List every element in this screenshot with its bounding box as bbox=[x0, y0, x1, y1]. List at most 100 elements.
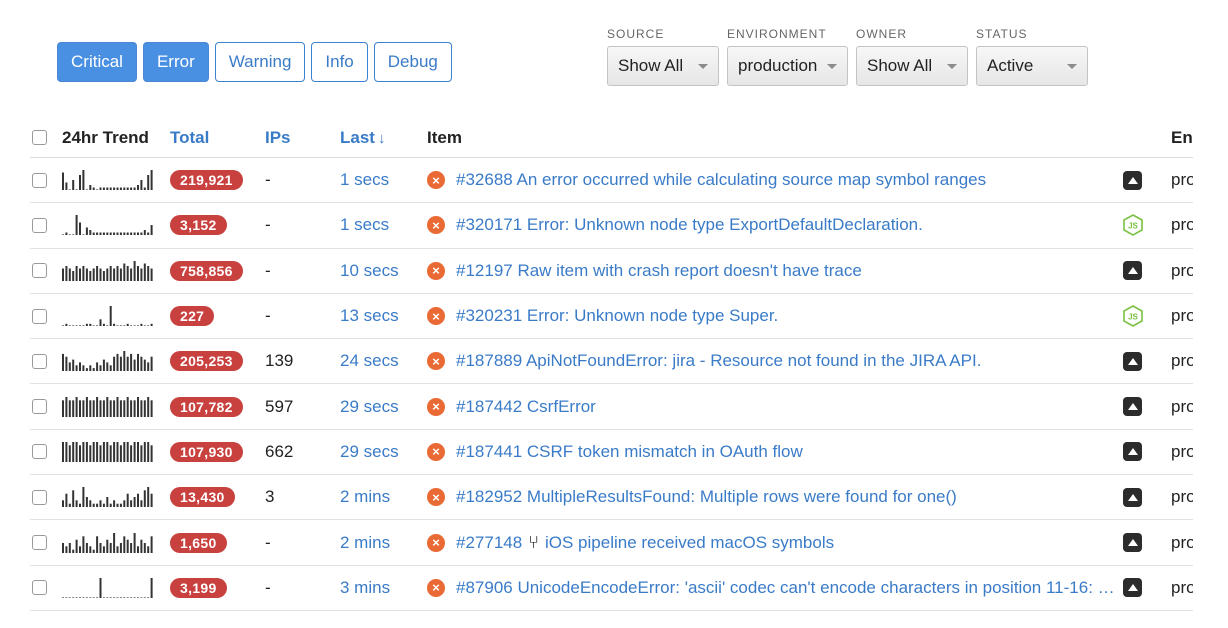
item-title-link[interactable]: #12197 Raw item with crash report doesn'… bbox=[456, 261, 862, 281]
trend-bar bbox=[113, 323, 116, 327]
trend-bar bbox=[99, 577, 102, 598]
trend-bar bbox=[150, 170, 153, 191]
trend-bar bbox=[130, 354, 133, 372]
item-title-link[interactable]: #277148 bbox=[456, 533, 522, 553]
item-title-link[interactable]: #320231 Error: Unknown node type Super. bbox=[456, 306, 778, 326]
level-debug-button[interactable]: Debug bbox=[373, 42, 452, 82]
trend-bar bbox=[65, 545, 68, 553]
trend-bar bbox=[143, 441, 146, 462]
table-row[interactable]: 227 - 13 secs × #320231 Error: Unknown node … bbox=[30, 294, 1193, 340]
table-row[interactable]: 13,430 3 2 mins × #182952 MultipleResultsFou… bbox=[30, 475, 1193, 521]
row-checkbox[interactable] bbox=[32, 535, 47, 551]
trend-bar bbox=[130, 596, 133, 598]
triangle-icon bbox=[1127, 493, 1138, 501]
row-checkbox[interactable] bbox=[32, 444, 47, 460]
environment-value: production bbox=[1171, 532, 1193, 552]
item-title-link[interactable]: iOS pipeline received macOS symbols bbox=[545, 533, 834, 553]
source-select[interactable]: Show All bbox=[607, 46, 719, 86]
select-all-checkbox[interactable] bbox=[32, 130, 47, 145]
last-seen-link[interactable]: 1 secs bbox=[340, 170, 389, 190]
trend-bar bbox=[82, 487, 85, 508]
trend-bar bbox=[89, 596, 92, 598]
trend-bar bbox=[89, 185, 92, 191]
owner-select[interactable]: Show All bbox=[856, 46, 968, 86]
item-title-link[interactable]: #187889 ApiNotFoundError: jira - Resourc… bbox=[456, 351, 981, 371]
level-error-button[interactable]: Error bbox=[142, 42, 209, 82]
trend-bar bbox=[143, 542, 146, 553]
row-checkbox[interactable] bbox=[32, 489, 47, 505]
trend-bar bbox=[96, 503, 99, 508]
trend-bar bbox=[65, 396, 68, 417]
owner-filter: OWNER Show All bbox=[856, 27, 968, 86]
table-row[interactable]: 3,152 - 1 secs × #320171 Error: Unknown node… bbox=[30, 203, 1193, 249]
trend-bar bbox=[99, 232, 102, 236]
trend-bar bbox=[130, 445, 133, 462]
last-seen-link[interactable]: 10 secs bbox=[340, 261, 399, 281]
last-column-header[interactable]: Last ↓ bbox=[340, 128, 385, 148]
table-row[interactable]: 219,921 - 1 secs × #32688 An error occurred … bbox=[30, 158, 1193, 204]
last-seen-link[interactable]: 1 secs bbox=[340, 215, 389, 235]
last-seen-link[interactable]: 2 mins bbox=[340, 533, 390, 553]
level-critical-button[interactable]: Critical bbox=[57, 42, 137, 82]
row-checkbox[interactable] bbox=[32, 580, 47, 596]
trend-bar bbox=[126, 187, 129, 191]
environment-select[interactable]: production bbox=[727, 46, 848, 86]
item-title-link[interactable]: #182952 MultipleResultsFound: Multiple r… bbox=[456, 487, 957, 507]
trend-bar bbox=[96, 441, 99, 462]
last-seen-link[interactable]: 29 secs bbox=[340, 397, 399, 417]
chevron-down-icon bbox=[698, 63, 708, 69]
trend-bar bbox=[99, 500, 102, 508]
trend-bar bbox=[102, 359, 105, 372]
trend-bar bbox=[82, 441, 85, 462]
trend-bar bbox=[109, 542, 112, 553]
item-title-link[interactable]: #32688 An error occurred while calculati… bbox=[456, 170, 986, 190]
row-checkbox[interactable] bbox=[32, 217, 47, 233]
trend-bar bbox=[133, 441, 136, 462]
level-info-button[interactable]: Info bbox=[311, 42, 368, 82]
trend-bar bbox=[119, 596, 122, 598]
trend-bar bbox=[85, 542, 88, 553]
row-checkbox[interactable] bbox=[32, 263, 47, 279]
table-row[interactable]: 205,253 139 24 secs × #187889 ApiNotFoundErr… bbox=[30, 339, 1193, 385]
item-title-link[interactable]: #187441 CSRF token mismatch in OAuth flo… bbox=[456, 442, 803, 462]
trend-bar bbox=[133, 359, 136, 372]
item-title-link[interactable]: #187442 CsrfError bbox=[456, 397, 596, 417]
total-column-header[interactable]: Total bbox=[170, 128, 209, 148]
last-seen-link[interactable]: 2 mins bbox=[340, 487, 390, 507]
last-seen-link[interactable]: 3 mins bbox=[340, 578, 390, 598]
table-row[interactable]: 758,856 - 10 secs × #12197 Raw item with cra… bbox=[30, 249, 1193, 294]
trend-bar bbox=[123, 325, 126, 327]
trend-bar bbox=[133, 497, 136, 508]
last-seen-link[interactable]: 29 secs bbox=[340, 442, 399, 462]
trend-bar bbox=[79, 222, 81, 236]
item-title-link[interactable]: #87906 UnicodeEncodeError: 'ascii' codec… bbox=[456, 578, 1122, 598]
trend-bar bbox=[126, 357, 129, 372]
level-filter-group: Critical Error Warning Info Debug bbox=[57, 42, 452, 82]
trend-bar bbox=[130, 399, 133, 417]
status-select[interactable]: Active bbox=[976, 46, 1088, 86]
row-checkbox[interactable] bbox=[32, 308, 47, 324]
trend-bar bbox=[143, 187, 146, 191]
trend-bar bbox=[137, 493, 139, 508]
trend-bar bbox=[140, 399, 143, 417]
ips-column-header[interactable]: IPs bbox=[265, 128, 291, 148]
trend-bar bbox=[82, 265, 85, 281]
last-seen-link[interactable]: 24 secs bbox=[340, 351, 399, 371]
trend-bar bbox=[150, 225, 153, 236]
item-title-link[interactable]: #320171 Error: Unknown node type ExportD… bbox=[456, 215, 923, 235]
trend-bar bbox=[126, 232, 129, 236]
row-checkbox[interactable] bbox=[32, 353, 47, 369]
trend-bar bbox=[130, 232, 133, 236]
table-row[interactable]: 1,650 - 2 mins × #277148 ⑂ iOS pipeline receiv… bbox=[30, 520, 1193, 566]
trend-bar bbox=[79, 325, 81, 327]
ip-count: 3 bbox=[265, 487, 275, 507]
trend-bar bbox=[109, 365, 112, 372]
level-warning-button[interactable]: Warning bbox=[214, 42, 306, 82]
table-row[interactable]: 107,930 662 29 secs × #187441 CSRF token mis… bbox=[30, 430, 1193, 476]
table-row[interactable]: 107,782 597 29 secs × #187442 CsrfError produ… bbox=[30, 384, 1193, 430]
row-checkbox[interactable] bbox=[32, 399, 47, 415]
row-checkbox[interactable] bbox=[32, 172, 47, 188]
trend-bar bbox=[99, 399, 102, 417]
last-seen-link[interactable]: 13 secs bbox=[340, 306, 399, 326]
table-row[interactable]: 3,199 - 3 mins × #87906 UnicodeEncodeError: … bbox=[30, 566, 1193, 611]
